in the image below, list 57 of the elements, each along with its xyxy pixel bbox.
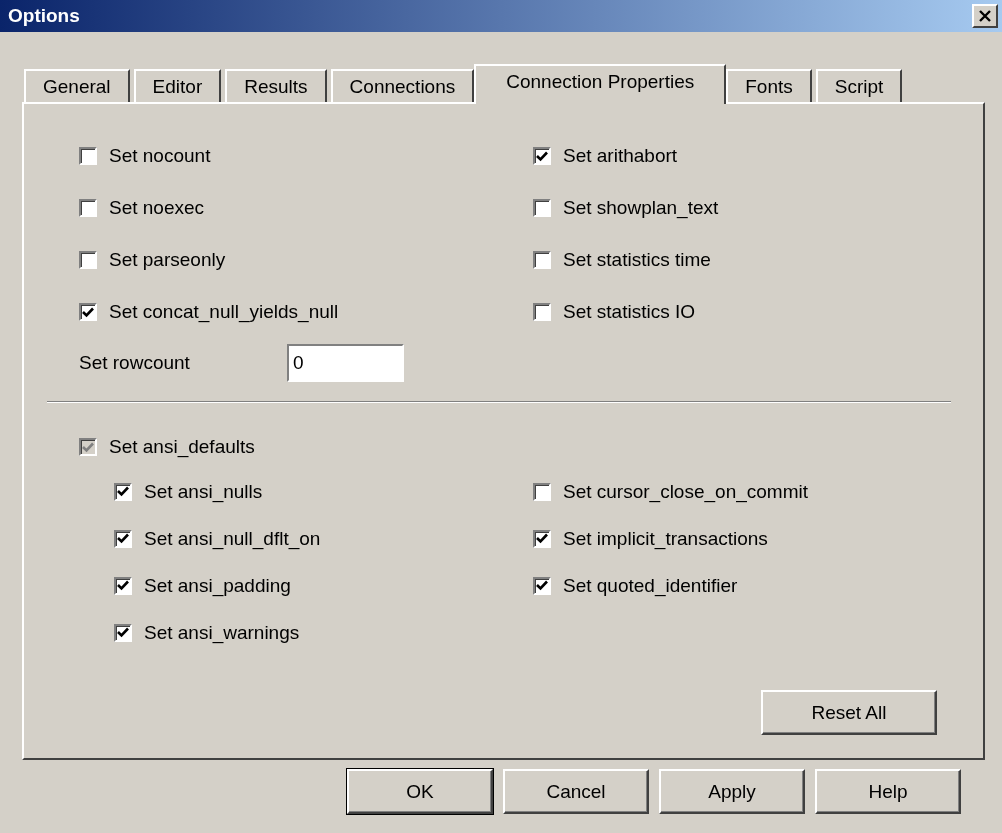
checkbox[interactable] <box>114 576 132 595</box>
reset-all-button[interactable]: Reset All <box>761 690 937 735</box>
tab[interactable]: Connections <box>330 69 475 102</box>
close-icon <box>979 10 991 22</box>
option-label: Set ansi_padding <box>144 574 291 597</box>
checkmark-icon <box>117 580 129 591</box>
checkbox[interactable] <box>533 303 551 321</box>
option-label: Set implicit_transactions <box>563 527 768 550</box>
tab[interactable]: Editor <box>133 69 222 102</box>
tab[interactable]: Connection Properties <box>474 64 727 104</box>
rowcount-field[interactable]: 0 <box>287 344 404 382</box>
checkbox[interactable] <box>79 147 97 165</box>
option-label: Set ansi_nulls <box>144 480 263 503</box>
checkmark-icon <box>82 306 94 318</box>
option-label: Set cursor_close_on_commit <box>563 480 808 503</box>
option-label: Set ansi_null_dflt_on <box>144 527 321 550</box>
window-title: Options <box>8 5 80 27</box>
checkbox[interactable] <box>79 199 97 217</box>
tab[interactable]: Fonts <box>726 69 812 102</box>
checkbox[interactable] <box>79 303 97 321</box>
checkbox[interactable] <box>79 251 97 269</box>
checkmark-icon <box>536 580 548 591</box>
tab[interactable]: Results <box>225 69 327 102</box>
checkbox[interactable] <box>114 482 132 501</box>
option-label: Set showplan_text <box>563 197 719 219</box>
checkmark-icon <box>117 627 129 638</box>
option-label: Set statistics time <box>563 249 711 271</box>
checkbox[interactable] <box>114 623 132 642</box>
checkmark-icon <box>536 150 548 162</box>
option-label: Set arithabort <box>563 145 678 167</box>
checkmark-icon <box>536 533 548 544</box>
option-label: Set concat_null_yields_null <box>109 301 339 323</box>
option-label: Set noexec <box>109 197 205 219</box>
checkmark-icon <box>117 533 129 544</box>
checkbox[interactable] <box>533 529 551 548</box>
checkmark-icon <box>82 441 94 453</box>
close-button[interactable] <box>972 4 998 28</box>
checkbox[interactable] <box>533 199 551 217</box>
checkbox[interactable] <box>533 251 551 269</box>
option-label: Set ansi_defaults <box>109 436 255 458</box>
option-label: Set statistics IO <box>563 301 695 323</box>
tab[interactable]: Script <box>815 69 903 102</box>
dialog-button[interactable]: OK <box>347 769 493 814</box>
rowcount-label: Set rowcount <box>79 352 191 374</box>
checkbox[interactable] <box>114 529 132 548</box>
checkmark-icon <box>117 486 129 497</box>
dialog-button[interactable]: Cancel <box>503 769 649 814</box>
tab[interactable]: General <box>24 69 130 102</box>
option-label: Set nocount <box>109 145 211 167</box>
checkbox[interactable] <box>533 576 551 595</box>
dialog-button[interactable]: Apply <box>659 769 805 814</box>
option-label: Set quoted_identifier <box>563 574 738 597</box>
checkbox[interactable] <box>533 482 551 501</box>
option-label: Set ansi_warnings <box>144 621 300 644</box>
option-label: Set parseonly <box>109 249 226 271</box>
checkbox[interactable] <box>533 147 551 165</box>
dialog-button[interactable]: Help <box>815 769 961 814</box>
